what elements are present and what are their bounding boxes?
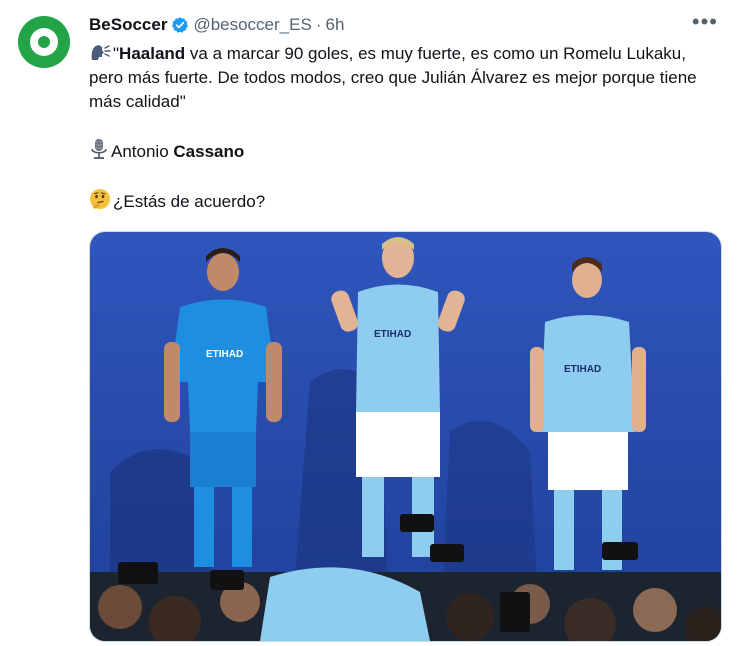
tweet-header: BeSoccer @besoccer_ES · 6h: [89, 14, 344, 36]
quote-bold-name: Haaland: [119, 44, 186, 63]
speaker-line: Antonio Cassano: [89, 138, 719, 164]
photo-scene: ETIHAD ETIHAD ETIHAD: [90, 232, 721, 641]
microphone-icon: [91, 139, 107, 159]
quote-paragraph: "Haaland va a marcar 90 goles, es muy fu…: [89, 42, 719, 114]
speaker-last-name: Cassano: [173, 142, 245, 161]
author-name[interactable]: BeSoccer: [89, 14, 167, 36]
speaking-head-icon: [91, 45, 111, 60]
verified-badge-icon: [172, 17, 189, 33]
tweet-text: "Haaland va a marcar 90 goles, es muy fu…: [89, 42, 719, 214]
thinking-face-icon: [90, 189, 110, 209]
jersey-sponsor-center: ETIHAD: [374, 329, 411, 340]
more-horizontal-icon: •••: [691, 9, 718, 34]
avatar[interactable]: [18, 16, 70, 68]
question-line: ¿Estás de acuerdo?: [89, 188, 719, 214]
more-options-button[interactable]: •••: [691, 9, 718, 34]
separator: ·: [315, 15, 322, 34]
tweet-photo[interactable]: ETIHAD ETIHAD ETIHAD: [89, 231, 722, 642]
jersey-sponsor-right: ETIHAD: [564, 364, 601, 375]
besoccer-logo-icon: [30, 28, 58, 56]
question-text: ¿Estás de acuerdo?: [113, 192, 266, 211]
tweet[interactable]: BeSoccer @besoccer_ES · 6h ••• "Haaland …: [0, 0, 740, 646]
timestamp[interactable]: 6h: [325, 14, 344, 36]
jersey-sponsor-left: ETIHAD: [206, 349, 243, 360]
speaker-first-name: Antonio: [111, 142, 174, 161]
author-handle[interactable]: @besoccer_ES: [193, 14, 311, 36]
